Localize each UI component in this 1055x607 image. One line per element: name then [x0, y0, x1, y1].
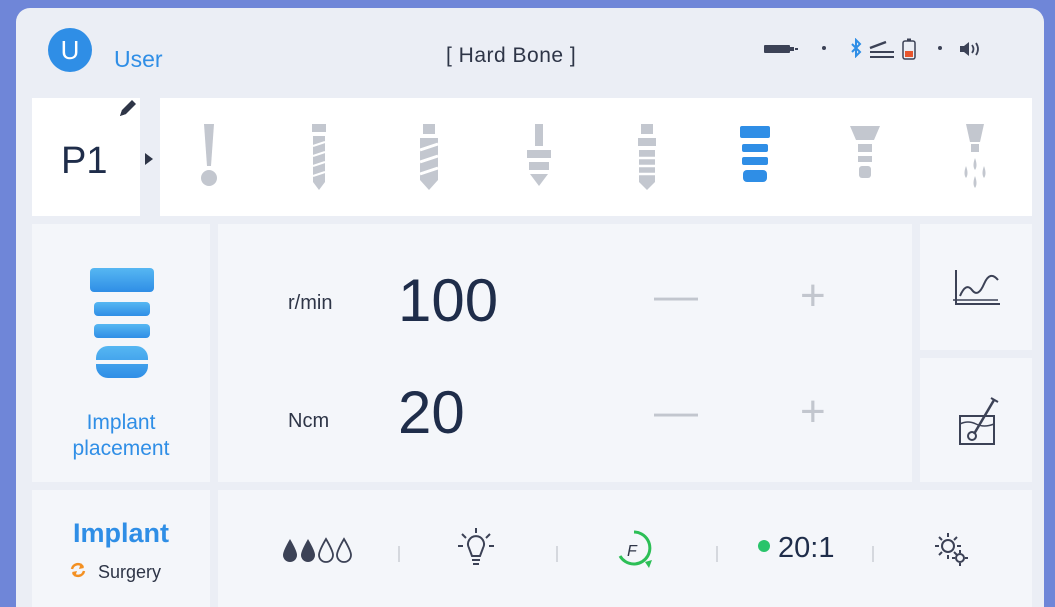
program-label: P1	[61, 140, 108, 182]
line-chart-icon	[952, 268, 1002, 308]
separator-dot	[822, 46, 826, 50]
water-drop-icon	[318, 537, 334, 563]
light-bulb-icon[interactable]	[456, 526, 496, 570]
healing-abutment-icon[interactable]	[848, 122, 882, 192]
twist-drill-icon[interactable]	[308, 122, 330, 192]
divider	[398, 546, 400, 562]
water-drop-icon	[301, 539, 315, 562]
spiral-drill-icon[interactable]	[416, 122, 442, 192]
water-drop-icon	[336, 537, 352, 563]
implant-icon[interactable]	[738, 124, 772, 190]
switch-icon	[68, 561, 88, 579]
step-label-line2: placement	[72, 437, 170, 460]
forward-rotation-icon[interactable]: F	[612, 526, 656, 570]
step-label-line1: Implant	[86, 411, 156, 434]
tool-sequence-bar	[160, 98, 1032, 216]
handpiece-icon	[764, 42, 800, 56]
step-label: Implant placement	[32, 410, 210, 462]
speed-increase-button[interactable]: +	[800, 274, 826, 318]
torque-increase-button[interactable]: +	[800, 390, 826, 434]
divider	[556, 546, 558, 562]
divider	[872, 546, 874, 562]
torque-unit: Ncm	[288, 410, 330, 432]
torque-decrease-button[interactable]: —	[654, 390, 698, 434]
step-panel[interactable]: Implant placement	[32, 224, 210, 482]
parameters-panel: r/min 100 — + Ncm 20 — +	[218, 224, 912, 482]
gear-ratio[interactable]: 20:1	[778, 532, 834, 565]
mode-title[interactable]: [ Hard Bone ]	[446, 44, 576, 68]
battery-icon	[902, 38, 916, 60]
ratio-status-dot	[758, 540, 770, 552]
countersink-icon[interactable]	[524, 122, 554, 192]
irrigation-icon[interactable]	[960, 122, 990, 192]
user-initial: U	[60, 34, 80, 65]
app-subtitle: Surgery	[98, 562, 162, 582]
cleaning-icon	[958, 394, 1002, 448]
separator-dot	[938, 46, 942, 50]
foot-pedal-icon	[868, 38, 896, 60]
bluetooth-icon	[850, 38, 862, 58]
cleaning-button[interactable]	[920, 358, 1032, 482]
user-avatar[interactable]: U	[48, 28, 92, 72]
speed-unit: r/min	[288, 292, 333, 314]
pilot-drill-icon[interactable]	[198, 122, 220, 192]
irrigation-level-control[interactable]	[282, 536, 362, 564]
chart-button[interactable]	[920, 224, 1032, 350]
device-screen: U User [ Hard Bone ] P1 Implant placemen…	[16, 8, 1044, 607]
pencil-icon[interactable]	[116, 98, 138, 120]
water-drop-icon	[283, 539, 297, 562]
divider	[716, 546, 718, 562]
user-label[interactable]: User	[114, 46, 163, 73]
speed-decrease-button[interactable]: —	[654, 274, 698, 318]
settings-icon[interactable]	[932, 530, 972, 570]
program-box[interactable]: P1	[32, 98, 140, 216]
svg-text:F: F	[627, 543, 638, 560]
arrow-right-icon	[144, 152, 154, 166]
volume-icon[interactable]	[958, 40, 984, 58]
app-title: Implant	[72, 518, 169, 548]
tap-icon[interactable]	[632, 122, 662, 192]
speed-value[interactable]: 100	[398, 266, 498, 335]
implant-large-icon	[88, 266, 156, 382]
torque-value[interactable]: 20	[398, 378, 465, 447]
app-mode-panel[interactable]: Implant Surgery	[32, 490, 210, 607]
